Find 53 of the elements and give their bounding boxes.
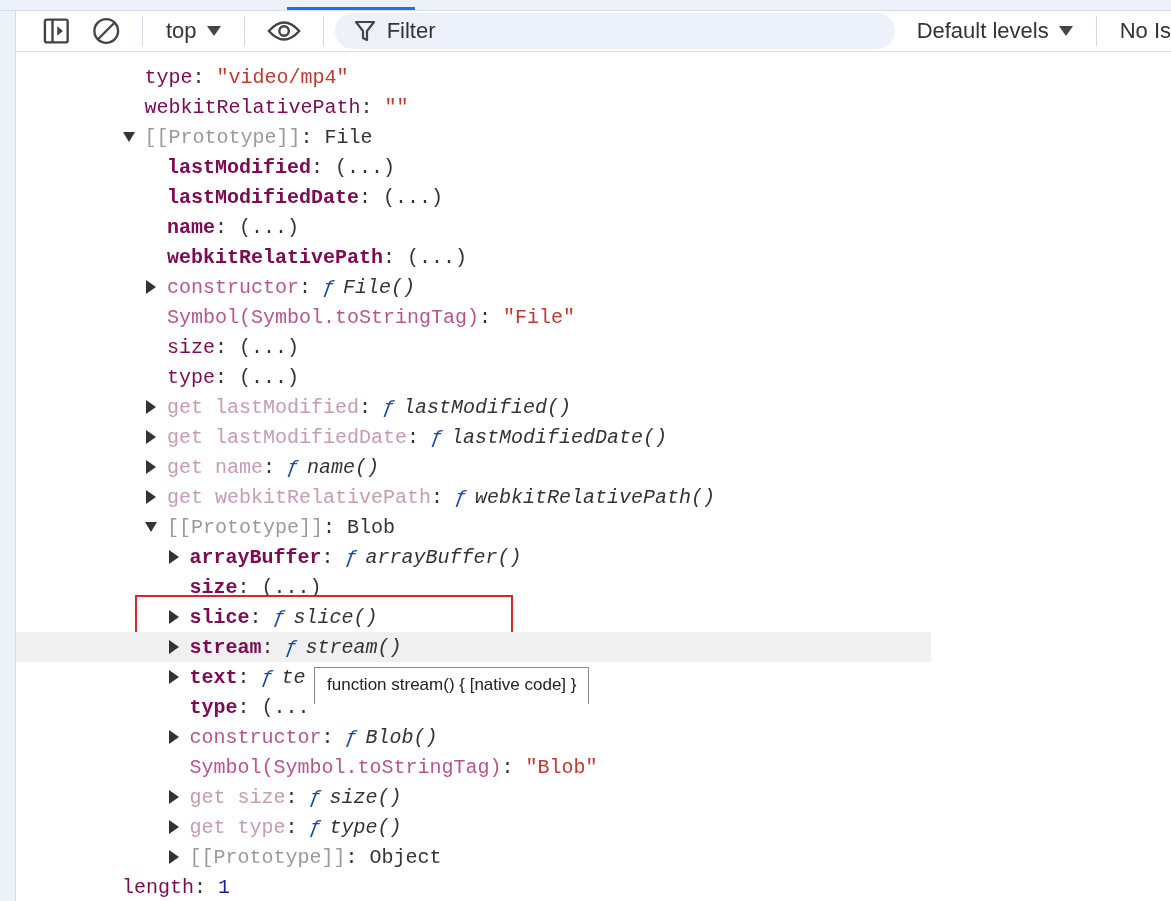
- expand-arrow-icon[interactable]: [122, 130, 135, 144]
- property-line: constructor: ƒ Blob(): [189, 725, 438, 749]
- expand-arrow-icon[interactable]: [145, 490, 157, 504]
- property-line: get webkitRelativePath: ƒ webkitRelativePath(): [167, 485, 716, 509]
- property-line: type: (...: [189, 695, 310, 719]
- expand-arrow-icon[interactable]: [167, 550, 180, 564]
- expand-arrow-icon[interactable]: [167, 670, 180, 684]
- property-line: webkitRelativePath: (...): [167, 245, 468, 269]
- filter-icon: [354, 20, 375, 42]
- property-line: stream: ƒ stream(): [189, 635, 402, 659]
- caret-icon: [206, 26, 221, 36]
- property-line: size: (...): [167, 335, 300, 359]
- property-line: text: ƒ te: [189, 665, 306, 689]
- expand-arrow-icon[interactable]: [145, 460, 157, 474]
- property-line: type: (...): [167, 365, 300, 389]
- property-line: [[Prototype]]: File: [144, 125, 373, 149]
- sidebar-toggle-icon[interactable]: [43, 17, 70, 45]
- expand-arrow-icon[interactable]: [167, 610, 180, 624]
- property-line: Symbol(Symbol.toStringTag): "File": [167, 305, 576, 329]
- property-line: [[Prototype]]: Blob: [167, 515, 396, 539]
- property-line: webkitRelativePath: "": [144, 95, 409, 119]
- property-line: [[Prototype]]: Object: [189, 845, 442, 869]
- property-line: slice: ƒ slice(): [189, 605, 378, 629]
- property-line: lastModifiedDate: (...): [167, 185, 444, 209]
- property-line: length: 1: [122, 875, 231, 899]
- log-levels-dropdown[interactable]: Default levels: [904, 11, 1085, 51]
- expand-arrow-icon[interactable]: [167, 730, 180, 744]
- expand-arrow-icon[interactable]: [167, 820, 180, 834]
- property-line: lastModified: (...): [167, 155, 396, 179]
- expand-arrow-icon[interactable]: [145, 400, 157, 414]
- expand-arrow-icon[interactable]: [167, 850, 180, 864]
- expand-arrow-icon[interactable]: [167, 640, 180, 654]
- property-line: get name: ƒ name(): [167, 455, 380, 479]
- property-line: name: (...): [167, 215, 300, 239]
- property-line: constructor: ƒ File(): [167, 275, 416, 299]
- tooltip: function stream() { [native code] }: [314, 667, 590, 704]
- expand-arrow-icon[interactable]: [145, 430, 157, 444]
- property-line: get type: ƒ type(): [189, 815, 402, 839]
- property-line: type: "video/mp4": [144, 65, 349, 89]
- caret-icon: [1058, 26, 1073, 36]
- expand-arrow-icon[interactable]: [145, 280, 157, 294]
- context-dropdown[interactable]: top: [153, 11, 233, 51]
- expand-arrow-icon[interactable]: [145, 520, 157, 534]
- property-line: get size: ƒ size(): [189, 785, 402, 809]
- property-line: arrayBuffer: ƒ arrayBuffer(): [189, 545, 522, 569]
- issues-button[interactable]: No Is: [1107, 11, 1171, 51]
- eye-icon[interactable]: [266, 19, 301, 43]
- property-line: Symbol(Symbol.toStringTag): "Blob": [189, 755, 598, 779]
- expand-arrow-icon[interactable]: [167, 790, 180, 804]
- clear-console-icon[interactable]: [91, 16, 120, 46]
- property-line: get lastModifiedDate: ƒ lastModifiedDate(): [167, 425, 668, 449]
- property-line: get lastModified: ƒ lastModified(): [167, 395, 572, 419]
- filter-field[interactable]: Filter: [334, 13, 895, 49]
